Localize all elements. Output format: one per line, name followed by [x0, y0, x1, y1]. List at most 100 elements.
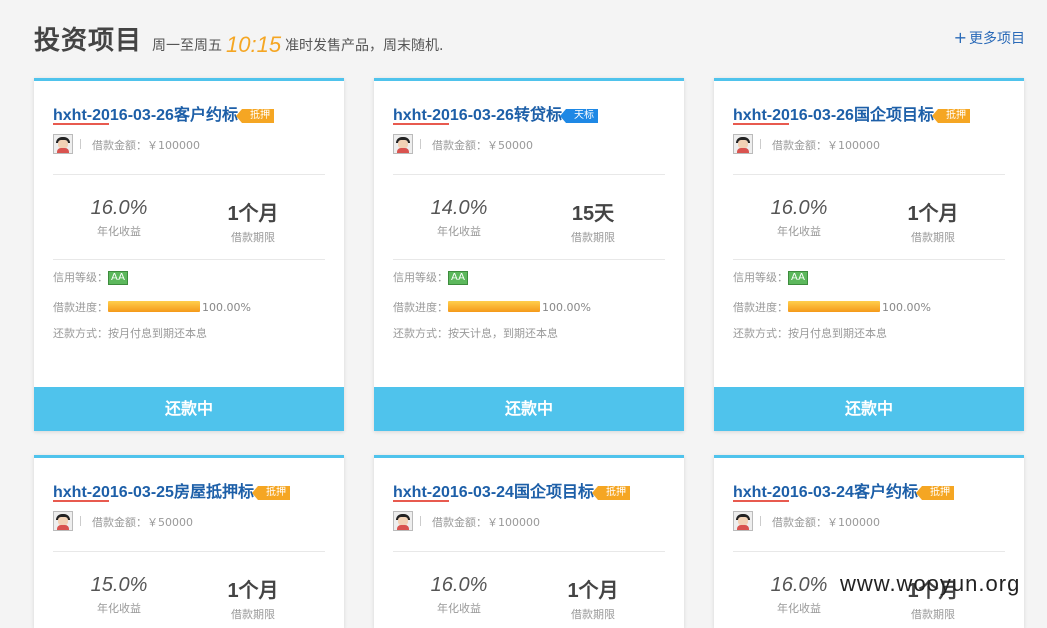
- sale-schedule-notice: 周一至周五 10:15 准时发售产品，周末随机.: [152, 30, 444, 57]
- project-tag: 抵押: [251, 486, 290, 500]
- annual-rate-value: 16.0%: [770, 197, 828, 219]
- loan-amount: 借款金额：￥100000: [772, 137, 880, 153]
- loan-term: 15天 借款期限: [533, 197, 653, 245]
- credit-label: 信用等级：: [393, 271, 448, 284]
- status-button[interactable]: 还款中: [34, 387, 344, 431]
- progress-percent: 100.00%: [542, 301, 591, 314]
- loan-term-value: 15天: [571, 203, 615, 225]
- loan-amount-label: 借款金额：: [92, 139, 147, 152]
- annual-rate: 15.0% 年化收益: [59, 574, 179, 616]
- divider: [53, 259, 325, 260]
- schedule-time: 10:15: [226, 32, 282, 57]
- divider: [733, 259, 1005, 260]
- loan-progress: 借款进度： 100.00%: [393, 299, 591, 315]
- schedule-days: 周一至周五: [152, 38, 222, 54]
- loan-amount-value: ￥100000: [147, 139, 200, 152]
- annual-rate-value: 14.0%: [430, 197, 488, 219]
- loan-amount-value: ￥100000: [827, 139, 880, 152]
- project-title[interactable]: hxht-2016-03-24国企项目标 抵押: [393, 478, 630, 502]
- schedule-note: 准时发售产品，周末随机.: [285, 38, 444, 54]
- project-name[interactable]: hxht-2016-03-24国企项目标: [393, 484, 594, 501]
- project-card: hxht-2016-03-25房屋抵押标 抵押 借款金额：￥50000 15.0%…: [34, 455, 344, 628]
- annual-rate-value: 16.0%: [430, 574, 488, 596]
- credit-rating: 信用等级： AA: [53, 269, 128, 285]
- loan-term: 1个月 借款期限: [873, 197, 993, 245]
- more-projects-label: 更多项目: [969, 31, 1025, 47]
- annual-rate-label: 年化收益: [777, 225, 821, 238]
- loan-amount-label: 借款金额：: [432, 516, 487, 529]
- status-button[interactable]: 还款中: [714, 387, 1024, 431]
- repay-value: 按月付息到期还本息: [108, 327, 207, 340]
- separator: [80, 516, 81, 526]
- project-name[interactable]: hxht-2016-03-25房屋抵押标: [53, 484, 254, 501]
- annual-rate-value: 15.0%: [90, 574, 148, 596]
- divider: [733, 174, 1005, 175]
- project-card: hxht-2016-03-26客户约标 抵押 借款金额：￥100000 16.0%…: [34, 78, 344, 431]
- loan-term-value: 1个月: [227, 203, 279, 225]
- repayment-method: 还款方式：按月付息到期还本息: [53, 325, 207, 341]
- title-underline: [53, 123, 109, 125]
- annual-rate: 16.0% 年化收益: [739, 197, 859, 239]
- repay-label: 还款方式：: [393, 327, 448, 340]
- project-card: hxht-2016-03-26转贷标 天标 借款金额：￥50000 14.0% 年…: [374, 78, 684, 431]
- project-title[interactable]: hxht-2016-03-26客户约标 抵押: [53, 101, 274, 125]
- project-name[interactable]: hxht-2016-03-24客户约标: [733, 484, 918, 501]
- repayment-method: 还款方式：按月付息到期还本息: [733, 325, 887, 341]
- title-underline: [733, 123, 789, 125]
- page-title: 投资项目: [34, 26, 143, 56]
- loan-term-label: 借款期限: [571, 608, 615, 621]
- repay-value: 按天计息，到期还本息: [448, 327, 558, 340]
- loan-progress: 借款进度： 100.00%: [733, 299, 931, 315]
- progress-label: 借款进度：: [733, 301, 788, 314]
- borrower-avatar: [53, 134, 73, 154]
- loan-term-label: 借款期限: [231, 231, 275, 244]
- loan-term: 1个月 借款期限: [193, 197, 313, 245]
- divider: [393, 259, 665, 260]
- separator: [760, 139, 761, 149]
- project-card: hxht-2016-03-26国企项目标 抵押 借款金额：￥100000 16.0…: [714, 78, 1024, 431]
- credit-label: 信用等级：: [53, 271, 108, 284]
- status-button[interactable]: 还款中: [374, 387, 684, 431]
- loan-amount-value: ￥50000: [147, 516, 193, 529]
- project-title[interactable]: hxht-2016-03-24客户约标 抵押: [733, 478, 954, 502]
- annual-rate-label: 年化收益: [437, 225, 481, 238]
- repayment-method: 还款方式：按天计息，到期还本息: [393, 325, 558, 341]
- separator: [420, 516, 421, 526]
- project-title[interactable]: hxht-2016-03-26国企项目标 抵押: [733, 101, 970, 125]
- loan-amount: 借款金额：￥50000: [92, 514, 193, 530]
- title-underline: [393, 500, 449, 502]
- credit-badge: AA: [108, 271, 128, 285]
- project-title[interactable]: hxht-2016-03-26转贷标 天标: [393, 101, 598, 125]
- progress-bar: [108, 301, 200, 312]
- project-tag: 天标: [559, 109, 598, 123]
- separator: [80, 139, 81, 149]
- repay-value: 按月付息到期还本息: [788, 327, 887, 340]
- borrower-avatar: [393, 511, 413, 531]
- loan-term-value: 1个月: [567, 580, 619, 602]
- plus-icon: +: [953, 28, 967, 47]
- divider: [733, 551, 1005, 552]
- project-card: hxht-2016-03-24国企项目标 抵押 借款金额：￥100000 16.0…: [374, 455, 684, 628]
- loan-amount-label: 借款金额：: [772, 516, 827, 529]
- project-name[interactable]: hxht-2016-03-26国企项目标: [733, 107, 934, 124]
- loan-term-value: 1个月: [907, 203, 959, 225]
- loan-amount-value: ￥100000: [487, 516, 540, 529]
- project-title[interactable]: hxht-2016-03-25房屋抵押标 抵押: [53, 478, 290, 502]
- loan-amount-value: ￥100000: [827, 516, 880, 529]
- credit-badge: AA: [788, 271, 808, 285]
- loan-term-label: 借款期限: [911, 231, 955, 244]
- project-name[interactable]: hxht-2016-03-26转贷标: [393, 107, 562, 124]
- loan-amount-value: ￥50000: [487, 139, 533, 152]
- divider: [53, 174, 325, 175]
- project-tag: 抵押: [591, 486, 630, 500]
- project-tag: 抵押: [915, 486, 954, 500]
- project-name[interactable]: hxht-2016-03-26客户约标: [53, 107, 238, 124]
- borrower-avatar: [393, 134, 413, 154]
- loan-term-label: 借款期限: [571, 231, 615, 244]
- more-projects-link[interactable]: + 更多项目: [954, 28, 1025, 48]
- credit-label: 信用等级：: [733, 271, 788, 284]
- separator: [760, 516, 761, 526]
- loan-amount: 借款金额：￥100000: [92, 137, 200, 153]
- loan-progress: 借款进度： 100.00%: [53, 299, 251, 315]
- loan-amount: 借款金额：￥100000: [432, 514, 540, 530]
